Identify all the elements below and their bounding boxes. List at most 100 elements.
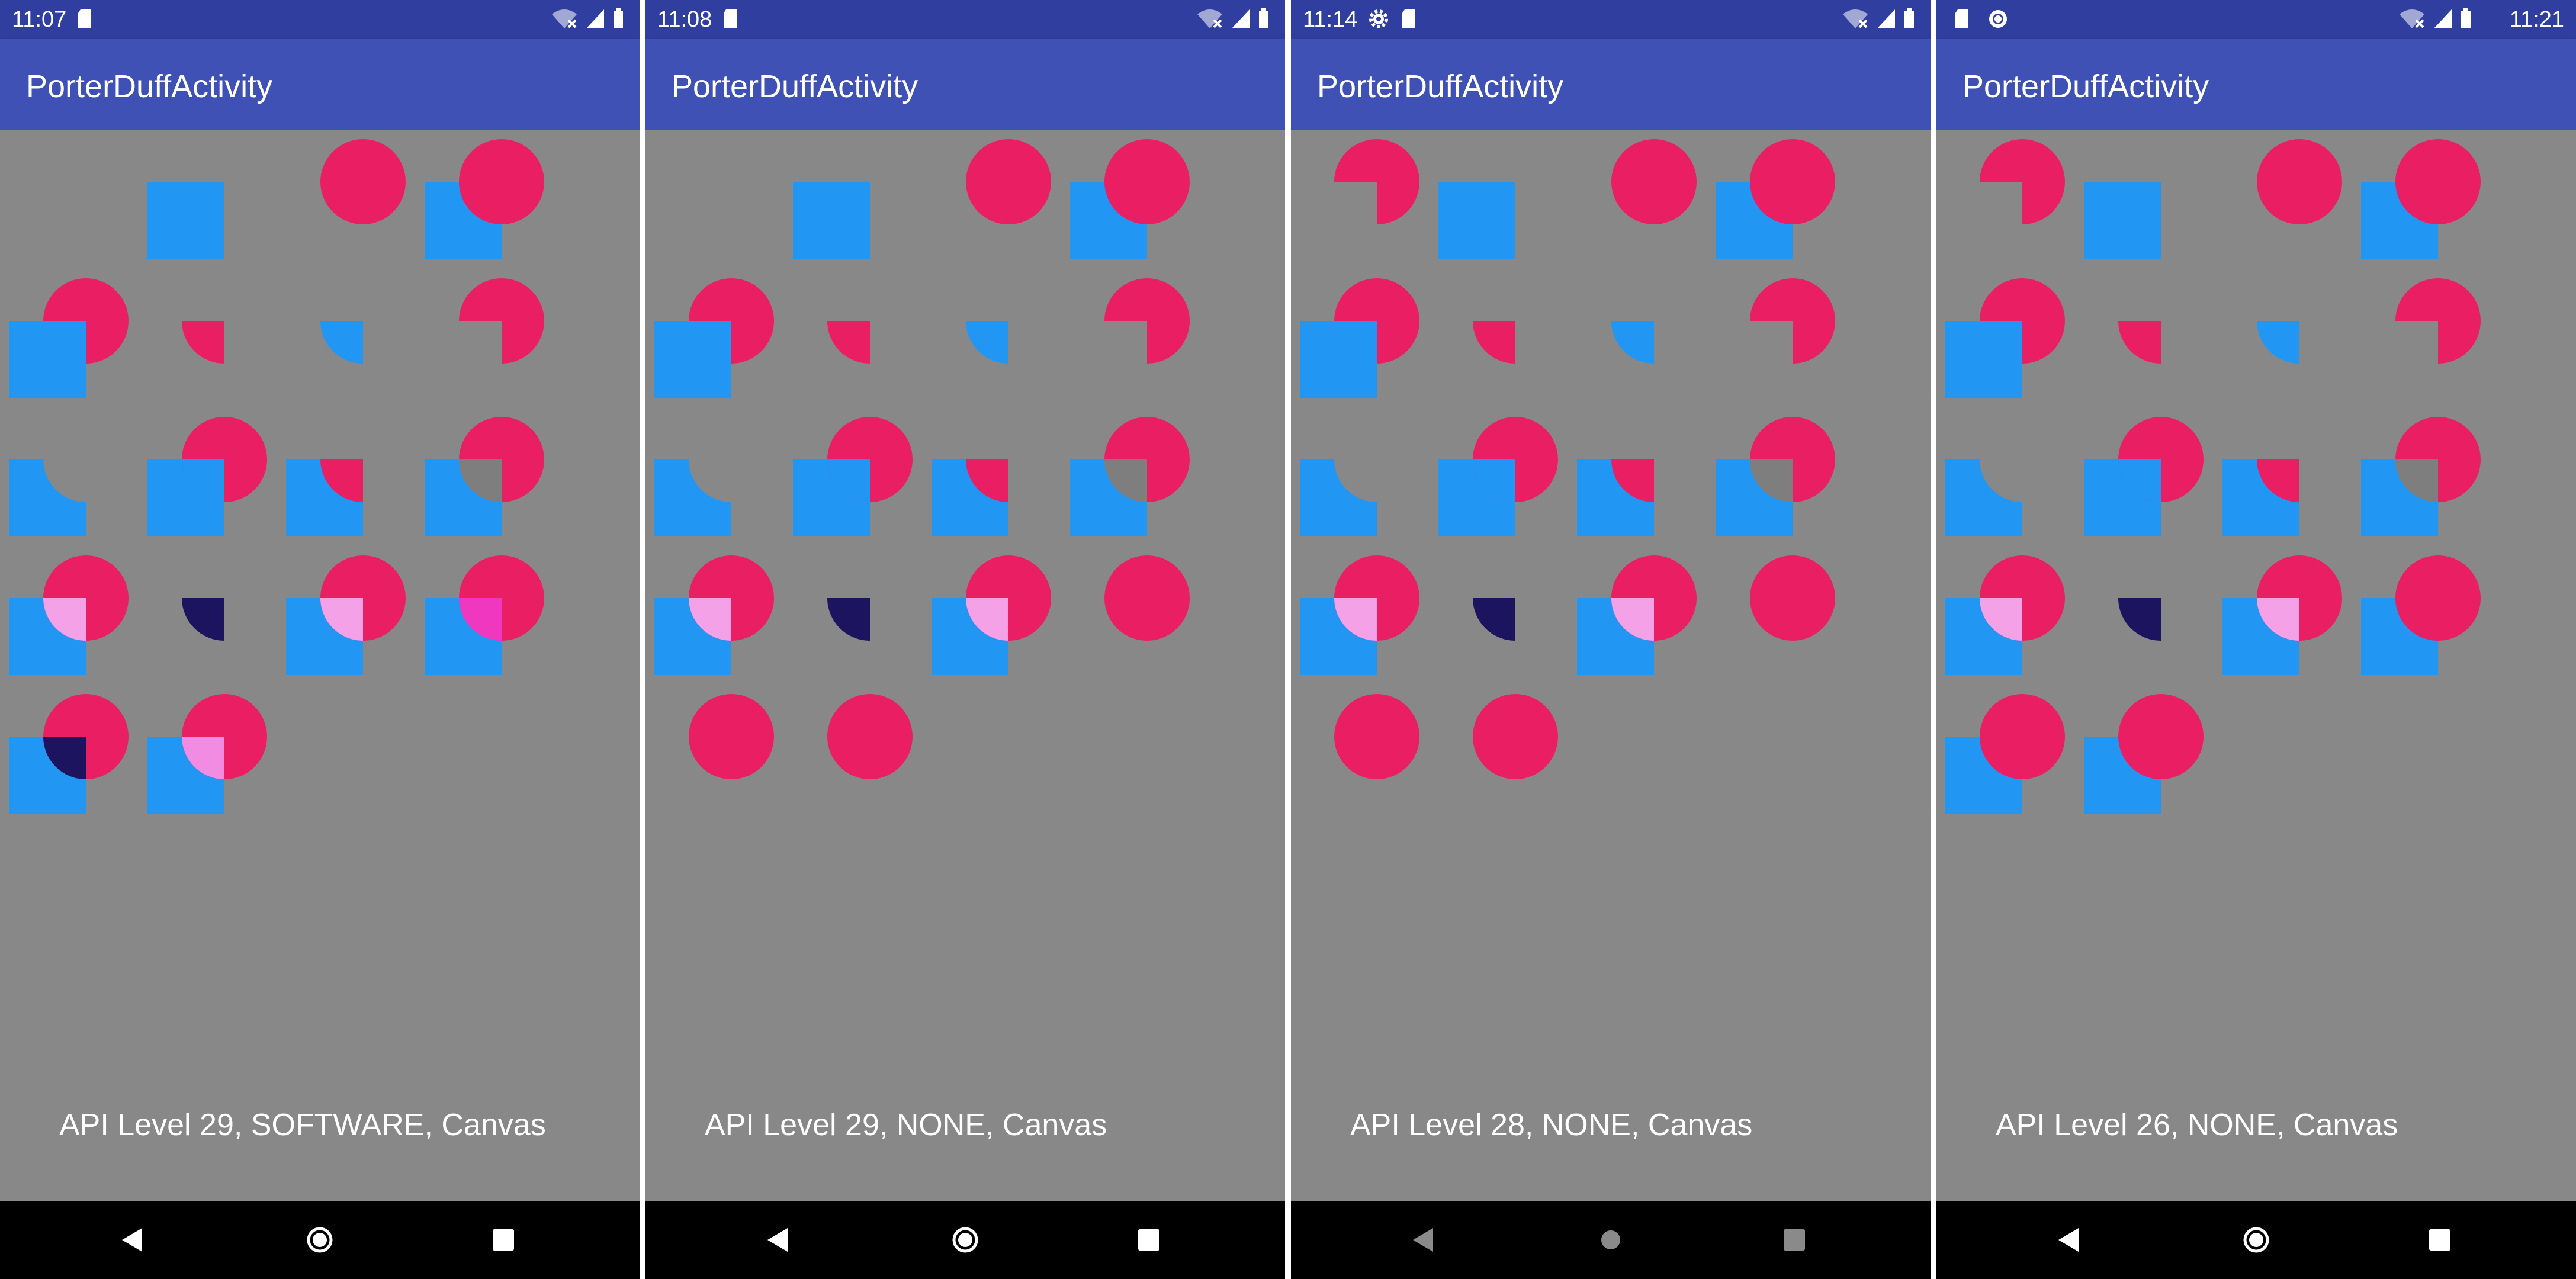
circle-shape [320,139,406,224]
porter-duff-cell-src-only [689,694,774,779]
porter-duff-cell-screen [1945,555,2065,675]
porter-duff-cell-dst-out [1945,459,2022,536]
sync-icon [1989,10,2007,28]
porter-duff-cell-src-out [1104,278,1190,364]
back-icon[interactable] [2055,1226,2083,1254]
app-bar: PorterDuffActivity [1936,39,2576,130]
home-icon[interactable] [951,1226,979,1254]
phone-screen: 11:08 PorterDuffActivity API Level 29, NON… [645,0,1285,1279]
porter-duff-cell-dst-over [1945,278,2065,398]
porter-duff-cell-src-over [1945,694,2065,814]
circle-shape [1473,694,1558,779]
porter-duff-cell-dst [1438,182,1515,259]
recents-icon[interactable] [1780,1226,1809,1254]
porter-duff-canvas: API Level 29, NONE, Canvas [645,130,1285,1201]
back-icon[interactable] [764,1226,792,1254]
overlap-shape [2118,598,2161,641]
porter-duff-cell-screen [9,555,129,675]
wifi-off-icon [1197,9,1222,28]
home-icon[interactable] [1597,1226,1625,1254]
status-bar: 11:07 [0,0,640,39]
porter-duff-cell-src-over [2084,694,2204,814]
porter-duff-cell-src-in [1473,321,1515,364]
porter-duff-cell-xor [425,417,544,536]
porter-duff-cell-src-out [2395,278,2481,364]
porter-duff-canvas: API Level 26, NONE, Canvas [1936,130,2576,1201]
back-icon[interactable] [118,1226,147,1254]
porter-duff-cell-multiply [2118,598,2161,641]
gear-icon [1369,9,1388,28]
square-minus-shape [1300,459,1377,536]
status-bar: 11:08 [645,0,1285,39]
porter-duff-cell-src-in [2118,321,2161,364]
circle-shape [689,694,774,779]
battery-icon [2461,8,2471,28]
navigation-bar [0,1201,640,1279]
circle-shape [2395,555,2481,641]
porter-duff-cell-none [0,137,139,276]
porter-duff-cell-dst-in [966,321,1008,364]
porter-duff-cell-dst-atop [1577,459,1654,536]
quarter-shape [320,321,363,364]
porter-duff-cell-multiply [1473,598,1515,641]
phone-screen: 11:14 PorterDuffActivity API Level 28, NON… [1291,0,1931,1279]
recents-icon[interactable] [489,1226,518,1254]
sd-card-icon [1955,9,1968,28]
home-icon[interactable] [306,1226,334,1254]
sd-card-icon [1402,9,1415,28]
porter-duff-cell-src-over [2361,139,2481,259]
porter-duff-cell-src-atop [2084,417,2204,536]
api-level-caption: API Level 28, NONE, Canvas [1350,1108,1753,1142]
porter-duff-cell-dst-atop [2222,459,2299,536]
porter-duff-cell-src-only [1334,694,1419,779]
back-icon[interactable] [1409,1226,1438,1254]
pie-shape [1104,278,1190,364]
status-bar: 11:14 [1291,0,1931,39]
api-level-caption: API Level 26, NONE, Canvas [1996,1108,2398,1142]
pie-shape [1750,278,1835,364]
app-bar: PorterDuffActivity [0,39,640,130]
quarter-shape [827,321,870,364]
pie-shape [1980,139,2065,224]
app-title: PorterDuffActivity [672,69,918,104]
quarter-shape [966,321,1008,364]
porter-duff-cell-src-atop [147,417,267,536]
recents-icon[interactable] [1135,1226,1163,1254]
porter-duff-cell-dst-out-plain [1980,139,2065,224]
porter-duff-cell-dst-over [9,278,129,398]
porter-duff-cell-src-atop [793,417,913,536]
square-shape [1438,182,1515,259]
porter-duff-cell-src [1611,139,1697,224]
battery-icon [1259,8,1268,28]
circle-shape [1750,555,1835,641]
api-level-caption: API Level 29, NONE, Canvas [705,1108,1107,1142]
porter-duff-cell-dst [2084,182,2161,259]
sd-card-icon [78,9,91,28]
porter-duff-cell-dst-in [1611,321,1654,364]
porter-duff-cell-src-only [1104,555,1190,641]
square-shape [147,182,224,259]
quarter-shape [1611,321,1654,364]
signal-icon [1232,9,1250,28]
circle-shape [2395,139,2481,224]
signal-icon [2434,9,2452,28]
app-title: PorterDuffActivity [1317,69,1564,104]
overlap-shape [1473,598,1515,641]
porter-duff-cell-lighten [286,555,406,675]
porter-duff-cell-src-only [1750,555,1835,641]
porter-duff-cell-dst-in [320,321,363,364]
porter-duff-cell-dst-over [654,278,774,398]
porter-duff-cell-darken [9,694,129,814]
navigation-bar [645,1201,1285,1279]
quarter-shape [2118,321,2161,364]
porter-duff-cell-multiply [827,598,870,641]
porter-duff-cell-overlay [147,694,267,814]
porter-duff-cell-dst-over [1300,278,1419,398]
porter-duff-cell-add [425,555,544,675]
porter-duff-cell-dst-out [1300,459,1377,536]
porter-duff-cell-src [966,139,1051,224]
quarter-shape [2257,321,2299,364]
porter-duff-cell-multiply [182,598,224,641]
home-icon[interactable] [2242,1226,2270,1254]
recents-icon[interactable] [2426,1226,2454,1254]
